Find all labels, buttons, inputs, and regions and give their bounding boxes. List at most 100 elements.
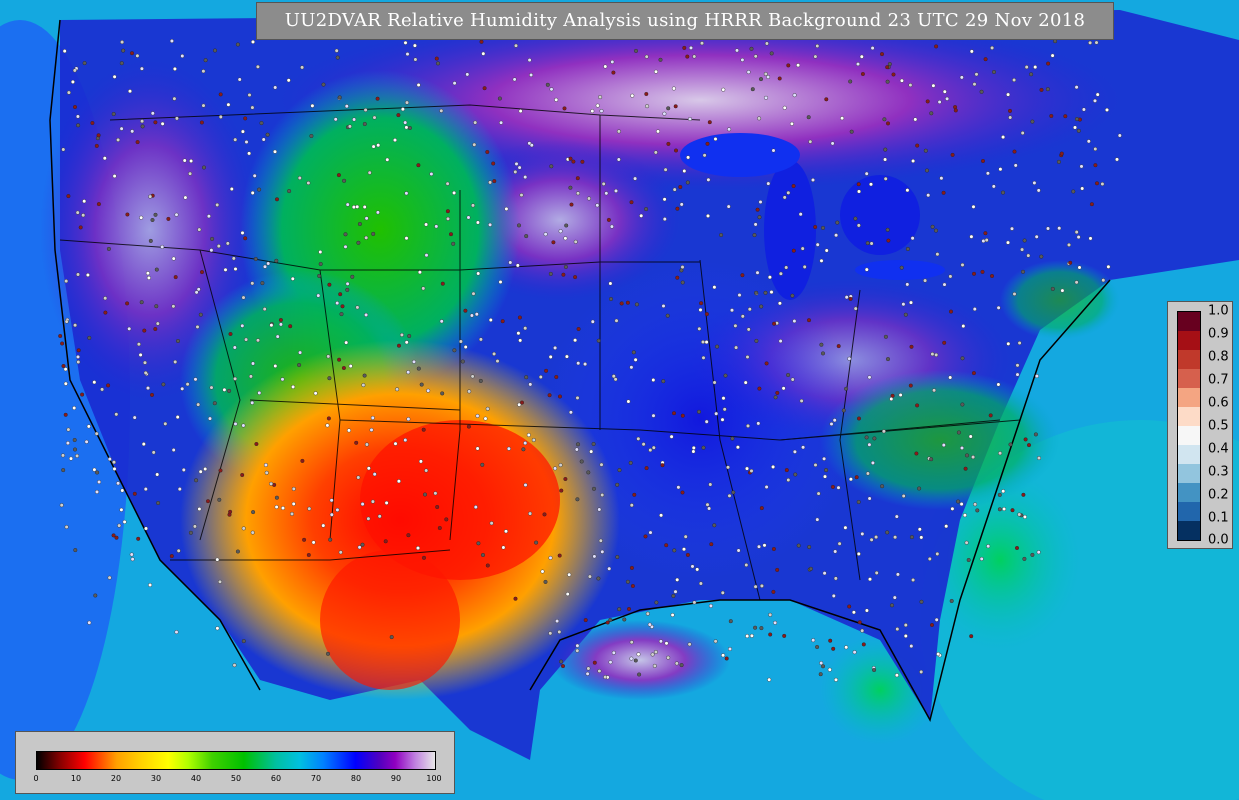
observation-dot [777,301,782,306]
observation-dot [695,567,700,572]
observation-dot [790,377,795,382]
observation-dot [1074,230,1079,235]
observation-dot [75,453,80,458]
observation-dot [704,312,709,317]
observation-dot [169,554,174,559]
observation-dot [59,503,64,508]
observation-dot [1008,115,1013,120]
observation-dot [328,537,333,542]
observation-dot [936,652,941,657]
observation-dot [173,359,178,364]
observation-dot [310,103,315,108]
observation-dot [207,416,212,421]
observation-dot [782,195,787,200]
observation-dot [480,462,485,467]
observation-dot [439,108,444,113]
observation-dot [139,215,144,220]
observation-dot [375,210,380,215]
observation-dot [364,442,369,447]
observation-dot [857,416,862,421]
observation-dot [290,511,295,516]
observation-dot [75,354,80,359]
observation-dot [611,70,616,75]
observation-dot [786,373,791,378]
observation-dot [114,535,119,540]
observation-dot [241,295,246,300]
observation-dot [517,315,522,320]
observation-dot [990,45,995,50]
observation-dot [543,232,548,237]
observation-dot [467,389,472,394]
observation-dot [617,468,622,473]
observation-dot [860,531,865,536]
observation-dot [154,304,159,309]
observation-dot [439,319,444,324]
observation-dot [834,677,839,682]
observation-dot [199,120,204,125]
observation-dot [117,523,122,528]
observation-dot [935,252,940,257]
observation-dot [786,190,791,195]
observation-dot [73,323,78,328]
observation-dot [1006,92,1011,97]
observation-dot [1046,61,1051,66]
observation-dot [622,617,627,622]
observation-dot [240,230,245,235]
observation-dot [969,49,974,54]
observation-dot [362,204,367,209]
observation-dot [823,474,828,479]
observation-dot [360,502,365,507]
observation-dot [720,417,725,422]
observation-dot [372,472,377,477]
observation-dot [92,380,97,385]
observation-dot [908,383,913,388]
observation-dot [172,66,177,71]
observation-dot [815,44,820,49]
observation-dot [96,202,101,207]
observation-dot [736,548,741,553]
observation-dot [757,215,762,220]
observation-dot [196,402,201,407]
observation-dot [563,236,568,241]
observation-dot [327,282,332,287]
observation-dot [867,375,872,380]
observation-dot [831,646,836,651]
observation-dot [148,238,153,243]
observation-dot [1030,119,1035,124]
observation-dot [345,287,350,292]
observation-dot [644,91,649,96]
observation-dot [762,543,767,548]
observation-dot [894,673,899,678]
observation-dot [630,93,635,98]
observation-dot [106,383,111,388]
observation-dot [730,308,735,313]
observation-dot [559,488,564,493]
observation-dot [148,194,153,199]
observation-dot [796,63,801,68]
observation-dot [1024,65,1029,70]
observation-dot [610,59,615,64]
observation-dot [949,599,954,604]
observation-dot [886,238,891,243]
observation-dot [107,457,112,462]
observation-dot [348,364,353,369]
observation-dot [767,677,772,682]
observation-dot [558,463,563,468]
observation-dot [611,374,616,379]
observation-dot [287,189,292,194]
observation-dot [915,403,920,408]
observation-dot [201,103,206,108]
observation-dot [333,117,338,122]
observation-dot [286,78,291,83]
observation-dot [821,351,826,356]
observation-dot [306,180,311,185]
observation-dot [418,459,423,464]
observation-dot [523,483,528,488]
observation-dot [250,105,255,110]
observation-dot [215,202,220,207]
observation-dot [609,224,614,229]
colorbar-tick-label: 0.6 [1208,395,1229,411]
observation-dot [909,344,914,349]
observation-dot [614,318,619,323]
observation-dot [297,363,302,368]
